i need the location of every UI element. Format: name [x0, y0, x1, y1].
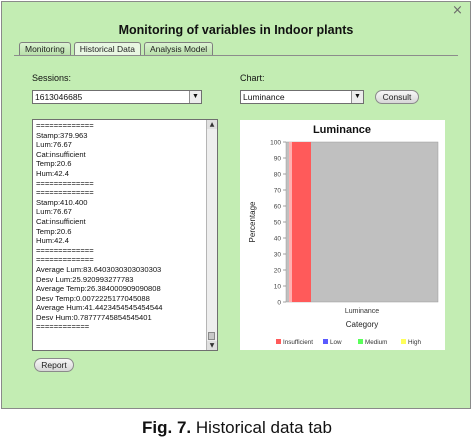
- legend-swatch: [323, 339, 328, 344]
- log-line: Average Hum:41.4423454545454544: [36, 303, 163, 313]
- chart-title: Luminance: [313, 124, 371, 136]
- sessions-select-value: 1613046685: [35, 92, 83, 102]
- y-tick-label: 100: [270, 140, 281, 147]
- sessions-select[interactable]: 1613046685 ▼: [32, 90, 202, 104]
- vertical-scrollbar[interactable]: ▲ ▼: [206, 120, 217, 350]
- log-line: Lum:76.67: [36, 140, 72, 150]
- tab-analysis-model[interactable]: Analysis Model: [143, 42, 214, 55]
- legend-label: Medium: [365, 339, 387, 346]
- log-line: ============: [36, 322, 90, 332]
- y-tick-label: 80: [274, 172, 282, 179]
- y-tick-label: 90: [274, 156, 282, 163]
- legend-label: High: [408, 339, 421, 346]
- log-line: Stamp:410.400: [36, 197, 88, 207]
- log-line: Temp:20.6: [36, 159, 72, 169]
- log-line: Cat:insufficient: [36, 216, 86, 226]
- log-line: Hum:42.4: [36, 168, 69, 178]
- y-tick-label: 30: [274, 252, 282, 259]
- log-line: Desv Hum:0.78777745854545401: [36, 312, 152, 322]
- y-tick-label: 0: [277, 300, 281, 307]
- log-line: Average Lum:83.6403030303030303: [36, 264, 162, 274]
- log-line: =============: [36, 245, 94, 255]
- x-axis-label: Category: [346, 320, 378, 329]
- report-button[interactable]: Report: [34, 358, 74, 372]
- tab-divider: [14, 55, 458, 56]
- legend-swatch: [276, 339, 281, 344]
- scroll-down-icon[interactable]: ▼: [207, 341, 217, 350]
- log-line: =============: [36, 188, 94, 198]
- caption-prefix: Fig. 7.: [142, 418, 192, 437]
- legend-swatch: [401, 339, 406, 344]
- log-textarea[interactable]: ============= Stamp:379.963 Lum:76.67 Cat:i…: [32, 119, 218, 351]
- y-tick-label: 10: [274, 284, 282, 291]
- y-tick-label: 60: [274, 204, 282, 211]
- bar-highlight: [289, 142, 292, 302]
- log-line: Temp:20.6: [36, 226, 72, 236]
- tab-monitoring[interactable]: Monitoring: [19, 42, 71, 55]
- log-lines: ============= Stamp:379.963 Lum:76.67 Cat:i…: [36, 121, 163, 332]
- chart-label: Chart:: [240, 73, 265, 83]
- y-axis-label: Percentage: [248, 201, 257, 242]
- luminance-chart: Luminance 0 10 20 30 40 50 60 70 80 90 100 Percentag…: [248, 124, 439, 346]
- chevron-down-icon[interactable]: ▼: [351, 91, 363, 103]
- bar-insufficient: [289, 142, 311, 302]
- legend-label: Low: [330, 339, 342, 346]
- log-line: =============: [36, 255, 94, 265]
- x-tick-label: Luminance: [345, 308, 379, 315]
- y-tick-label: 70: [274, 188, 282, 195]
- y-tick-label: 40: [274, 236, 282, 243]
- legend-label: Insufficient: [283, 339, 313, 346]
- y-tick-label: 50: [274, 220, 282, 227]
- log-line: Cat:insufficient: [36, 149, 86, 159]
- legend-swatch: [358, 339, 363, 344]
- scroll-thumb[interactable]: [208, 332, 215, 340]
- caption-text: Historical data tab: [195, 418, 332, 437]
- tab-historical-data[interactable]: Historical Data: [73, 42, 141, 56]
- figure-caption: Fig. 7. Historical data tab: [0, 418, 474, 438]
- log-line: =============: [36, 121, 94, 130]
- log-line: Hum:42.4: [36, 236, 69, 246]
- scroll-up-icon[interactable]: ▲: [207, 120, 217, 129]
- close-icon[interactable]: ×: [451, 4, 464, 17]
- log-line: Lum:76.67: [36, 207, 72, 217]
- log-line: Stamp:379.963: [36, 130, 88, 140]
- tab-bar: Monitoring Historical Data Analysis Mode…: [19, 42, 216, 56]
- window-title: Monitoring of variables in Indoor plants: [118, 23, 354, 37]
- chart-select[interactable]: Luminance ▼: [240, 90, 364, 104]
- log-line: =============: [36, 178, 94, 188]
- chevron-down-icon[interactable]: ▼: [189, 91, 201, 103]
- log-line: Desv Lum:25.920993277783: [36, 274, 134, 284]
- chart-select-value: Luminance: [243, 92, 285, 102]
- sessions-label: Sessions:: [32, 73, 72, 83]
- consult-button[interactable]: Consult: [375, 90, 419, 104]
- y-tick-label: 20: [274, 268, 282, 275]
- log-line: Average Temp:26.384000909090808: [36, 284, 161, 294]
- log-line: Desv Temp:0.0072225177045088: [36, 293, 150, 303]
- chart-panel: Luminance 0 10 20 30 40 50 60 70 80 90 100 Percentag…: [240, 120, 445, 350]
